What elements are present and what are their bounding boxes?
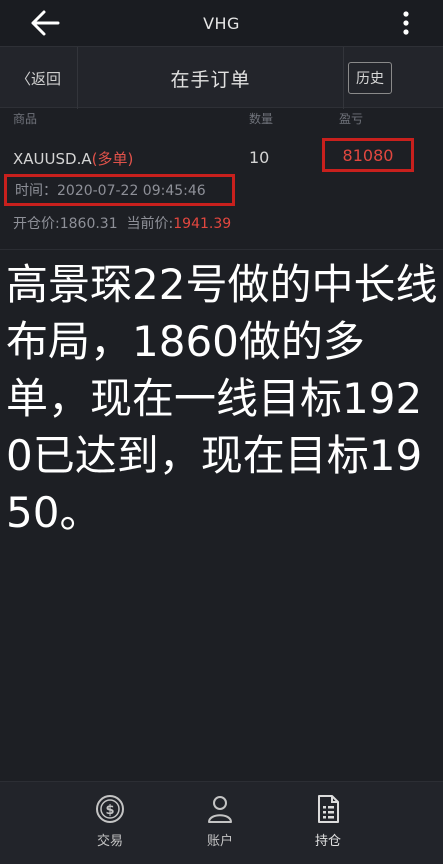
time-highlight-box: 时间：2020-07-22 09:45:46 bbox=[4, 174, 235, 206]
document-icon bbox=[318, 795, 339, 823]
current-price-label: 当前价: bbox=[126, 216, 174, 232]
overlay-annotation-text: 高景琛22号做的中长线布局，1860做的多单，现在一线目标1920已达到，现在目… bbox=[6, 260, 438, 537]
column-header-pnl: 盈亏 bbox=[339, 112, 364, 126]
symbol-name: XAUUSD.A bbox=[13, 150, 92, 168]
order-pnl: 81080 bbox=[342, 145, 394, 165]
dollar-coin-icon: $ bbox=[96, 795, 124, 823]
order-symbol: XAUUSD.A(多单) bbox=[13, 148, 133, 169]
order-quantity: 10 bbox=[249, 148, 270, 167]
top-bar: VHG bbox=[0, 0, 443, 46]
open-price-label: 开仓价: bbox=[13, 216, 60, 232]
column-header-product: 商品 bbox=[13, 112, 38, 126]
order-row[interactable]: XAUUSD.A(多单) 10 81080 时间：2020-07-22 09:4… bbox=[0, 130, 443, 248]
sub-header: 〈返回 在手订单 历史 bbox=[0, 46, 443, 109]
back-button[interactable]: 〈返回 bbox=[0, 47, 78, 109]
nav-label-trade: 交易 bbox=[96, 834, 123, 849]
nav-item-positions[interactable]: 持仓 bbox=[298, 794, 358, 849]
current-price: 1941.39 bbox=[173, 216, 232, 232]
history-button[interactable]: 历史 bbox=[348, 62, 392, 94]
nav-label-account: 账户 bbox=[206, 834, 233, 849]
pnl-highlight-box: 81080 bbox=[322, 138, 414, 172]
open-price: 1860.31 bbox=[59, 216, 118, 232]
column-header-quantity: 数量 bbox=[249, 112, 274, 126]
nav-item-trade[interactable]: $ 交易 bbox=[80, 794, 140, 849]
back-arrow-icon[interactable] bbox=[30, 9, 60, 37]
order-side: (多单) bbox=[91, 150, 134, 168]
row-divider bbox=[0, 249, 443, 250]
app-title: VHG bbox=[203, 13, 240, 33]
nav-item-account[interactable]: 账户 bbox=[190, 794, 250, 849]
history-area: 历史 bbox=[343, 47, 443, 109]
nav-label-positions: 持仓 bbox=[314, 834, 341, 849]
more-options-icon[interactable] bbox=[403, 11, 409, 35]
order-prices: 开仓价:1860.31 当前价:1941.39 bbox=[13, 213, 231, 233]
page-title: 在手订单 bbox=[170, 68, 251, 91]
bottom-nav: $ 交易 账户 持仓 bbox=[0, 781, 443, 864]
person-icon bbox=[208, 796, 232, 823]
order-time: 时间：2020-07-22 09:45:46 bbox=[15, 183, 206, 199]
svg-text:$: $ bbox=[105, 803, 114, 818]
